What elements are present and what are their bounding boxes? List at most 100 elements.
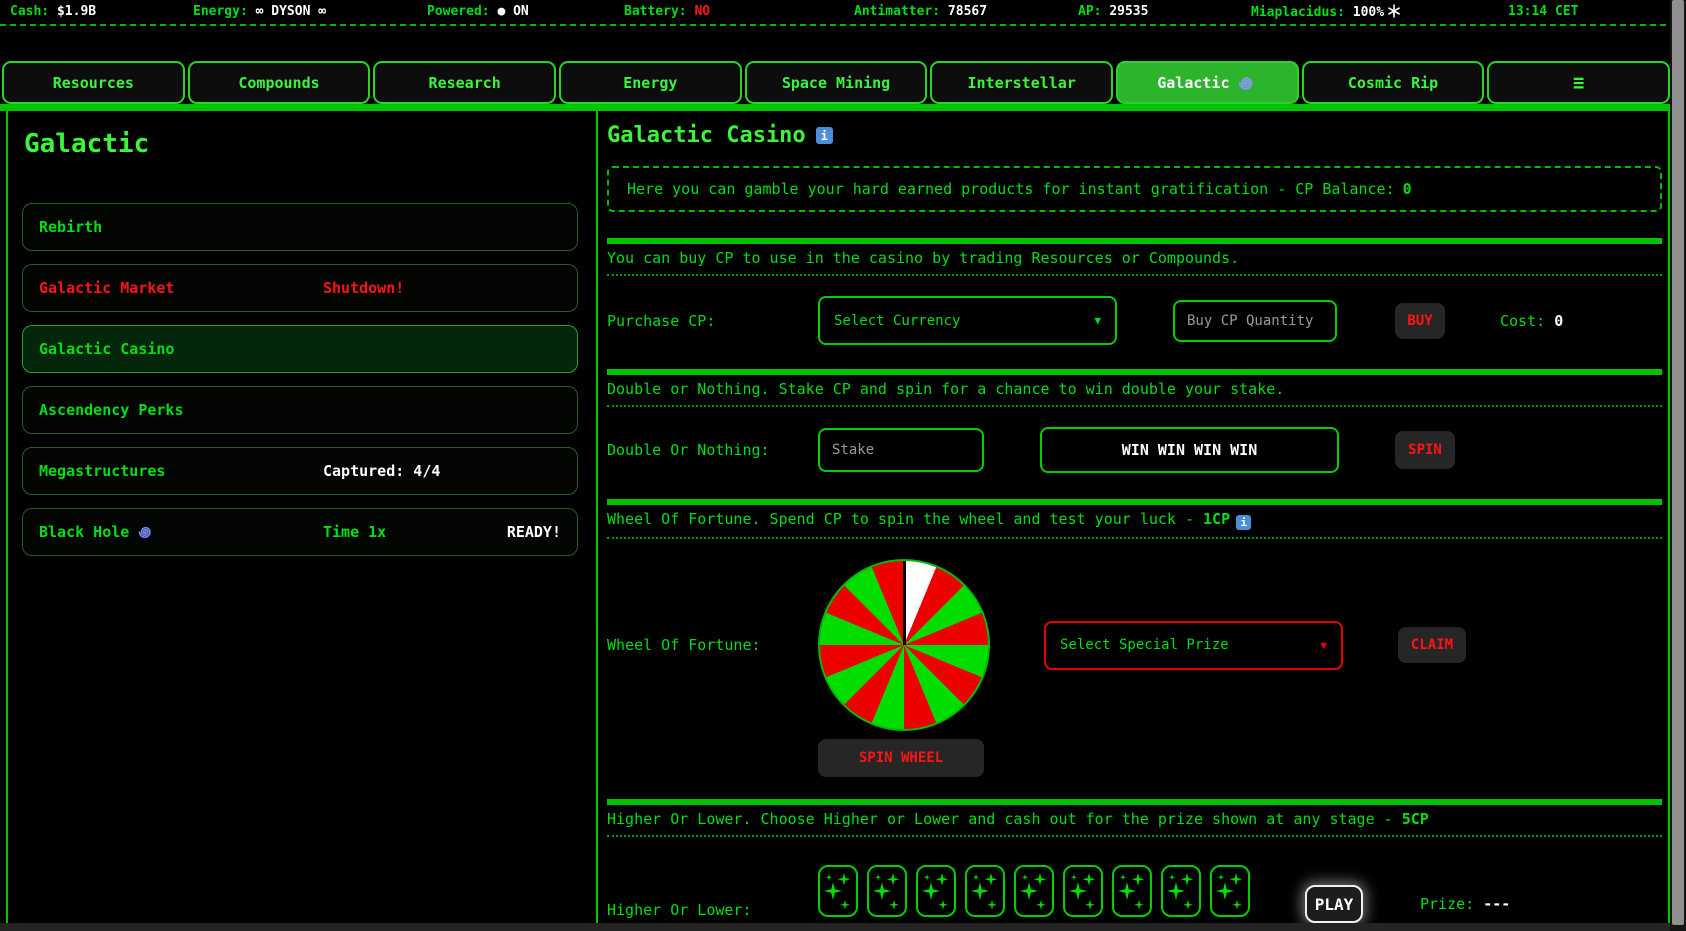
cp-balance-banner: Here you can gamble your hard earned pro… <box>607 166 1662 212</box>
tab-menu[interactable]: ≡ <box>1487 61 1671 104</box>
captured-count: Captured: 4/4 <box>323 462 441 480</box>
wheel-section-title: Wheel Of Fortune. Spend CP to spin the w… <box>607 505 1662 539</box>
info-icon[interactable]: i <box>1236 515 1252 530</box>
status-badge: Shutdown! <box>323 279 405 297</box>
buy-section-title: You can buy CP to use in the casino by t… <box>607 244 1662 276</box>
sidebar-item-megastructures[interactable]: Megastructures Captured: 4/4 <box>22 447 578 495</box>
higher-lower-card[interactable] <box>1161 865 1201 917</box>
sparkles-icon <box>1020 873 1047 910</box>
currency-select-value: Select Currency <box>834 312 961 329</box>
tab-research[interactable]: Research <box>373 61 557 104</box>
sparkles-icon <box>824 873 851 910</box>
sidebar-item-galactic-market[interactable]: Galactic Market Shutdown! <box>22 264 578 312</box>
higher-lower-card[interactable] <box>916 865 956 917</box>
wheel-pointer <box>902 561 906 645</box>
snowflake-icon <box>1388 4 1401 18</box>
spiral-icon <box>139 526 152 538</box>
higher-lower-card[interactable] <box>1014 865 1054 917</box>
info-icon[interactable]: i <box>815 127 833 144</box>
cost-readout: Cost: 0 <box>1500 311 1564 330</box>
play-button[interactable]: PLAY <box>1305 885 1363 923</box>
sidebar: Galactic Rebirth Galactic Market Shutdow… <box>6 111 596 931</box>
higher-lower-card[interactable] <box>965 865 1005 917</box>
sparkles-icon <box>1167 873 1194 910</box>
miaplacidus-stat: Miaplacidus: 100% <box>1251 4 1401 20</box>
double-section-title: Double or Nothing. Stake CP and spin for… <box>607 375 1662 407</box>
sidebar-item-label: Rebirth <box>39 218 103 236</box>
tab-resources[interactable]: Resources <box>2 61 185 104</box>
spin-button[interactable]: SPIN <box>1395 431 1455 469</box>
stake-input[interactable] <box>818 428 984 472</box>
cp-balance-value: 0 <box>1402 180 1412 198</box>
fortune-wheel[interactable] <box>818 559 990 731</box>
tab-space-mining[interactable]: Space Mining <box>744 61 928 104</box>
battery-stat: Battery: NO <box>624 4 711 19</box>
sidebar-item-label: Black Hole <box>39 523 130 541</box>
spiral-icon <box>1239 76 1253 90</box>
purchase-cp-label: Purchase CP: <box>607 311 716 330</box>
tab-label: Energy <box>623 73 678 92</box>
tab-underline <box>0 104 1686 111</box>
sidebar-item-label: Galactic Market <box>39 279 175 297</box>
wheel-of-fortune-label: Wheel Of Fortune: <box>607 636 761 654</box>
sidebar-item-label: Megastructures <box>39 462 166 480</box>
page-title: Galactic Casino i <box>607 123 1662 148</box>
currency-select[interactable]: Select Currency ▼ <box>818 296 1117 345</box>
prize-readout: Prize: --- <box>1420 895 1511 913</box>
special-prize-select-value: Select Special Prize <box>1060 637 1229 653</box>
higher-lower-card[interactable] <box>1210 865 1250 917</box>
powered-stat: Powered: ● ON <box>427 4 529 19</box>
casino-panel: Galactic Casino i Here you can gamble you… <box>596 111 1670 931</box>
sidebar-item-galactic-casino[interactable]: Galactic Casino <box>22 325 578 373</box>
sidebar-item-label: Galactic Casino <box>39 340 175 358</box>
sidebar-item-black-hole[interactable]: Black Hole Time 1x READY! <box>22 508 578 556</box>
buy-cp-quantity-input[interactable] <box>1173 299 1337 342</box>
sparkles-icon <box>922 873 949 910</box>
sparkles-icon <box>1216 873 1243 910</box>
tab-energy[interactable]: Energy <box>559 61 742 104</box>
sidebar-item-label: Ascendency Perks <box>39 401 184 419</box>
main-tabs: Resources Compounds Research Energy Spac… <box>2 61 1671 104</box>
buy-button[interactable]: BUY <box>1395 302 1445 339</box>
cash-stat: Cash: $1.9B <box>10 4 97 19</box>
sparkles-icon <box>873 873 900 910</box>
sidebar-item-ascendency-perks[interactable]: Ascendency Perks <box>22 386 578 434</box>
chevron-down-icon: ▼ <box>1094 314 1101 327</box>
higher-lower-card[interactable] <box>1063 865 1103 917</box>
sparkles-icon <box>1069 873 1096 910</box>
scrollbar-thumb[interactable] <box>1672 0 1684 925</box>
tab-label: Resources <box>52 73 134 92</box>
status-bar: Cash: $1.9B Energy: ∞ DYSON ∞ Powered: ●… <box>0 0 1686 26</box>
sidebar-item-rebirth[interactable]: Rebirth <box>22 203 578 251</box>
chevron-down-icon: ▼ <box>1320 638 1327 652</box>
antimatter-stat: Antimatter: 78567 <box>854 4 988 19</box>
ready-badge: READY! <box>506 523 561 541</box>
higher-lower-card[interactable] <box>818 865 858 917</box>
higher-lower-card[interactable] <box>867 865 907 917</box>
tab-label: Space Mining <box>781 73 891 92</box>
special-prize-select[interactable]: Select Special Prize ▼ <box>1044 620 1343 670</box>
app-window: Cash: $1.9B Energy: ∞ DYSON ∞ Powered: ●… <box>0 0 1686 931</box>
higher-or-lower-label: Higher Or Lower: <box>607 901 752 919</box>
horizontal-scrollbar[interactable] <box>0 923 1670 931</box>
higher-lower-card[interactable] <box>1112 865 1152 917</box>
time-multiplier: Time 1x <box>323 523 387 541</box>
tab-label: Compounds <box>238 73 320 92</box>
double-or-nothing-label: Double Or Nothing: <box>607 441 770 459</box>
tab-label: Cosmic Rip <box>1347 73 1439 92</box>
spin-wheel-button[interactable]: SPIN WHEEL <box>818 739 984 777</box>
sparkles-icon <box>971 873 998 910</box>
energy-stat: Energy: ∞ DYSON ∞ <box>193 4 327 19</box>
sparkles-icon <box>1118 873 1145 910</box>
tab-galactic[interactable]: Galactic <box>1116 61 1299 104</box>
ap-stat: AP: 29535 <box>1078 4 1149 19</box>
vertical-scrollbar[interactable] <box>1670 0 1686 931</box>
win-display: WIN WIN WIN WIN <box>1040 427 1339 473</box>
tab-label: Research <box>428 73 501 92</box>
tab-cosmic-rip[interactable]: Cosmic Rip <box>1301 61 1485 104</box>
tab-compounds[interactable]: Compounds <box>187 61 371 104</box>
claim-button[interactable]: CLAIM <box>1398 627 1466 663</box>
higher-section-title: Higher Or Lower. Choose Higher or Lower … <box>607 805 1662 837</box>
tab-interstellar[interactable]: Interstellar <box>930 61 1114 104</box>
sidebar-title: Galactic <box>24 129 150 159</box>
